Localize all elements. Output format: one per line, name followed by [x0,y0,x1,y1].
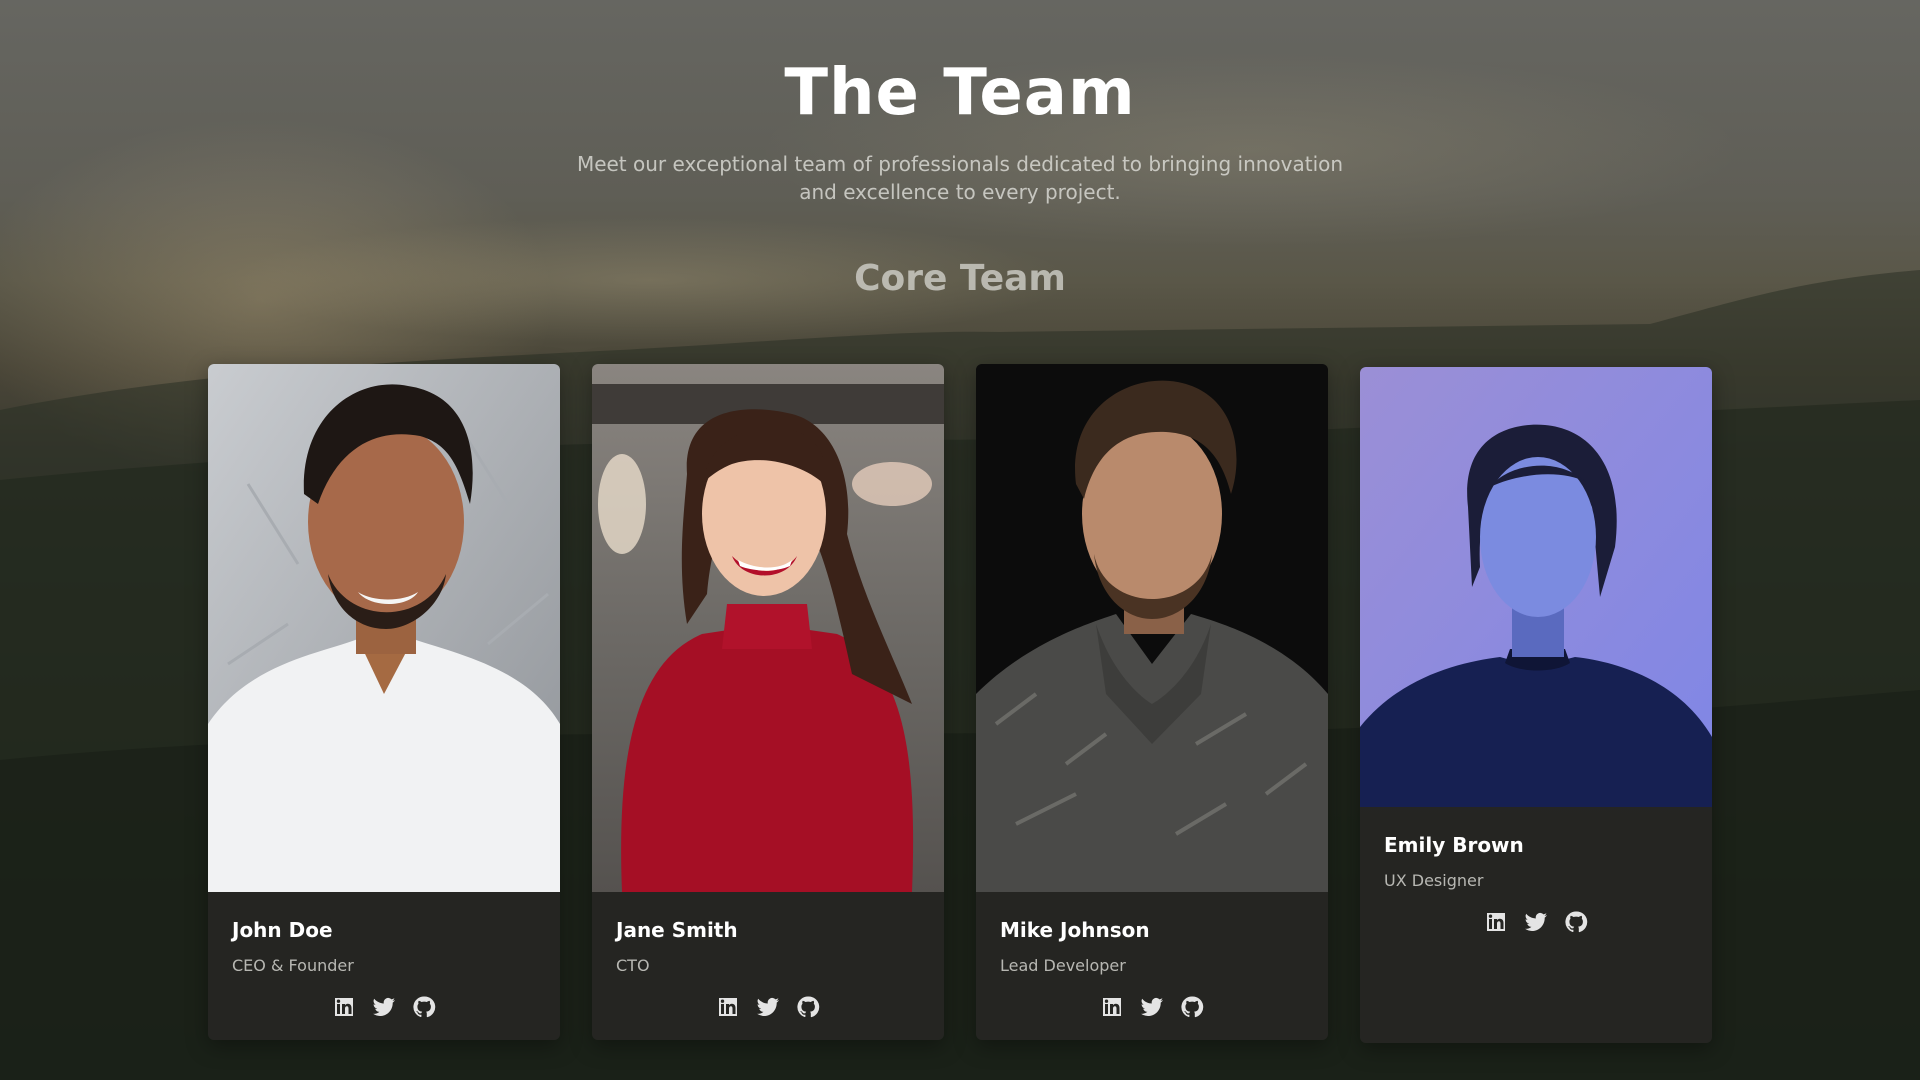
social-links [1000,995,1304,1019]
team-page: The Team Meet our exceptional team of pr… [0,0,1920,1080]
member-photo [592,364,944,892]
twitter-icon[interactable] [372,995,396,1019]
member-role: CTO [616,956,650,975]
team-card-john-doe: John Doe CEO & Founder [208,364,560,1040]
member-role: Lead Developer [1000,956,1126,975]
member-name: Mike Johnson [1000,918,1150,942]
section-title: Core Team [854,258,1066,299]
linkedin-icon[interactable] [716,995,740,1019]
linkedin-icon[interactable] [1484,910,1508,934]
github-icon[interactable] [1564,910,1588,934]
page-subtitle: Meet our exceptional team of professiona… [576,152,1344,204]
social-links [232,995,536,1019]
github-icon[interactable] [412,995,436,1019]
member-role: UX Designer [1384,871,1484,890]
social-links [1384,910,1688,934]
team-card-jane-smith: Jane Smith CTO [592,364,944,1040]
twitter-icon[interactable] [756,995,780,1019]
member-name: Emily Brown [1384,833,1524,857]
github-icon[interactable] [1180,995,1204,1019]
page-title: The Team [784,56,1136,130]
member-photo [208,364,560,892]
linkedin-icon[interactable] [1100,995,1124,1019]
member-photo [1360,367,1712,807]
social-links [616,995,920,1019]
member-role: CEO & Founder [232,956,354,975]
member-name: John Doe [232,918,333,942]
linkedin-icon[interactable] [332,995,356,1019]
twitter-icon[interactable] [1524,910,1548,934]
github-icon[interactable] [796,995,820,1019]
member-name: Jane Smith [616,918,738,942]
twitter-icon[interactable] [1140,995,1164,1019]
team-card-mike-johnson: Mike Johnson Lead Developer [976,364,1328,1040]
team-card-emily-brown: Emily Brown UX Designer [1360,367,1712,1043]
member-photo [976,364,1328,892]
